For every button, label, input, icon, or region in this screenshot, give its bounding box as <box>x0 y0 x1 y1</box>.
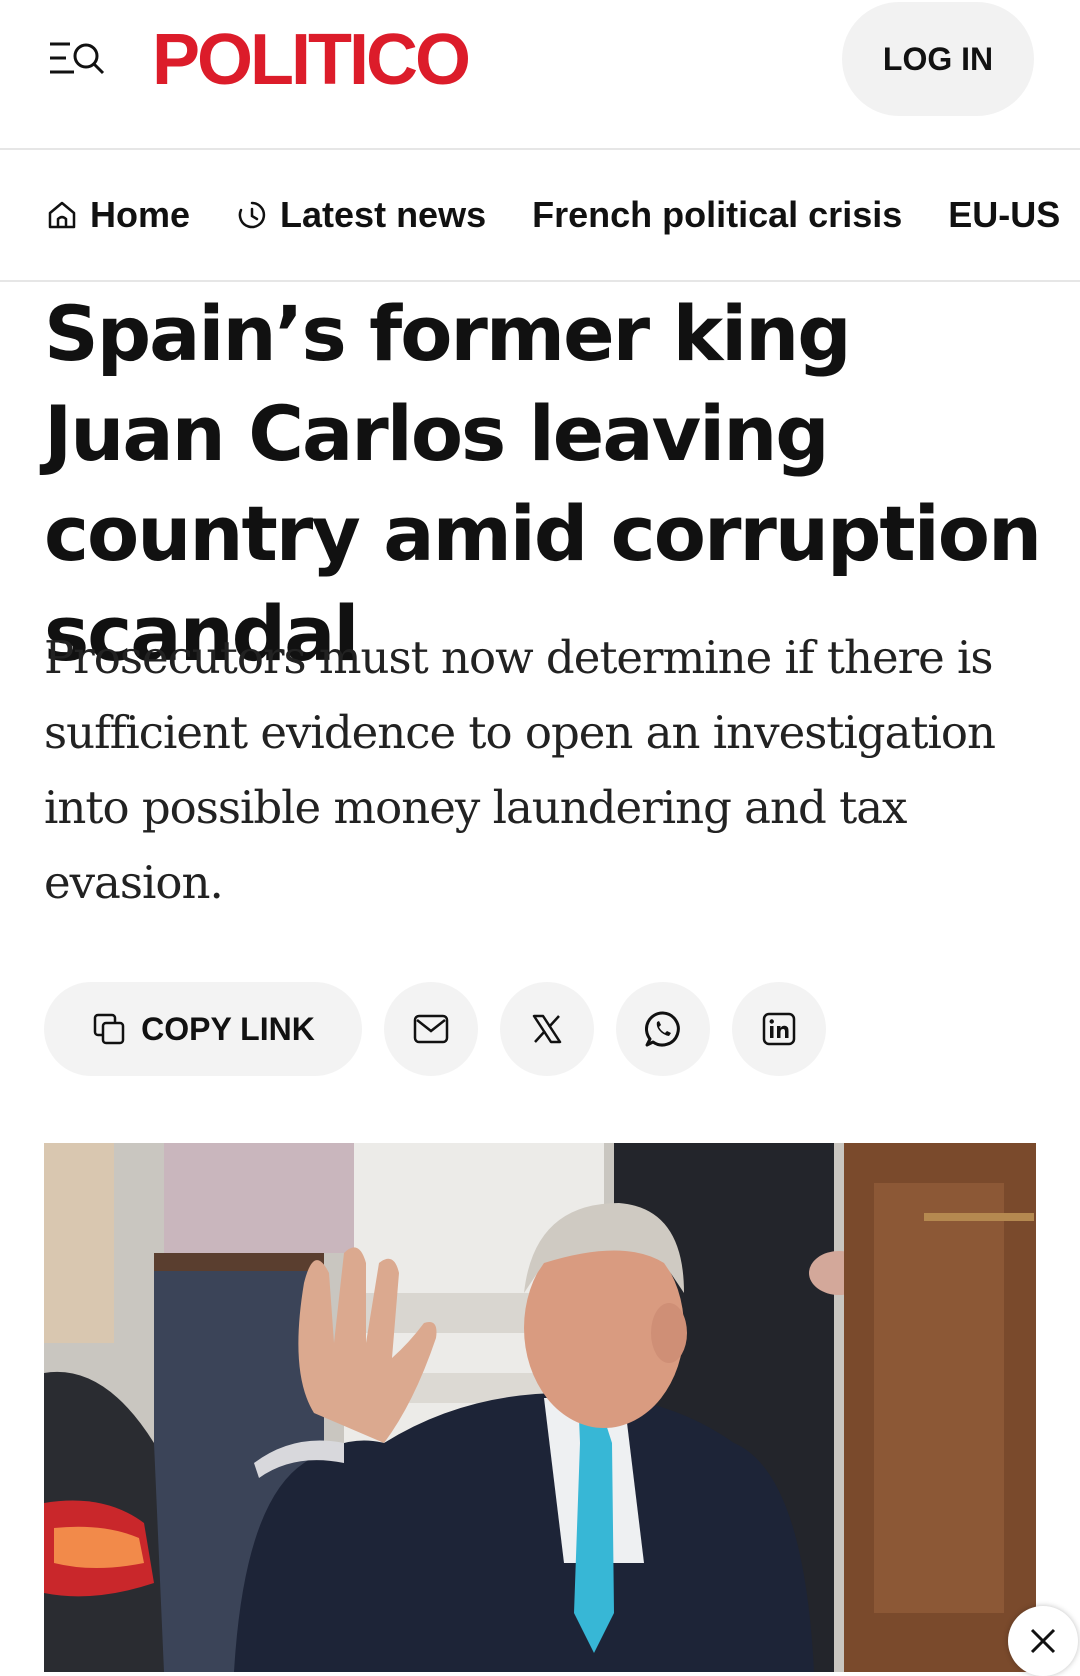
nav-item-french-political-crisis[interactable]: French political crisis <box>532 194 902 236</box>
login-button[interactable]: LOG IN <box>842 2 1034 116</box>
share-whatsapp-button[interactable] <box>616 982 710 1076</box>
nav-item-label: Latest news <box>280 194 487 235</box>
home-icon <box>48 201 76 229</box>
nav-item-latest-news[interactable]: Latest news <box>236 194 486 236</box>
mail-icon <box>413 1014 449 1044</box>
copy-link-label: COPY LINK <box>141 1010 315 1047</box>
share-linkedin-button[interactable] <box>732 982 826 1076</box>
whatsapp-icon <box>645 1011 680 1047</box>
nav-item-label: Home <box>90 194 191 235</box>
site-header: POLITICO LOG IN <box>0 0 1080 150</box>
topic-nav: Home Latest news French political crisis… <box>0 150 1080 282</box>
share-x-button[interactable] <box>500 982 594 1076</box>
close-button[interactable] <box>1008 1606 1078 1676</box>
nav-item-home[interactable]: Home <box>46 194 190 236</box>
nav-item-label: EU-US <box>948 194 1061 235</box>
share-bar: COPY LINK <box>44 982 848 1076</box>
clock-icon <box>238 201 266 229</box>
nav-item-label: French political crisis <box>532 194 903 235</box>
copy-link-button[interactable]: COPY LINK <box>44 982 362 1076</box>
copy-icon <box>93 1013 125 1045</box>
linkedin-icon <box>762 1012 796 1046</box>
article-photo <box>44 1143 1036 1672</box>
x-icon <box>532 1014 562 1044</box>
share-email-button[interactable] <box>384 982 478 1076</box>
article-dek: Prosecutors must now determine if there … <box>44 631 996 909</box>
politico-logo[interactable]: POLITICO <box>152 24 471 96</box>
close-icon <box>1030 1628 1056 1654</box>
menu-search-icon[interactable] <box>48 38 108 78</box>
nav-item-eu-us[interactable]: EU-US <box>948 194 1060 236</box>
